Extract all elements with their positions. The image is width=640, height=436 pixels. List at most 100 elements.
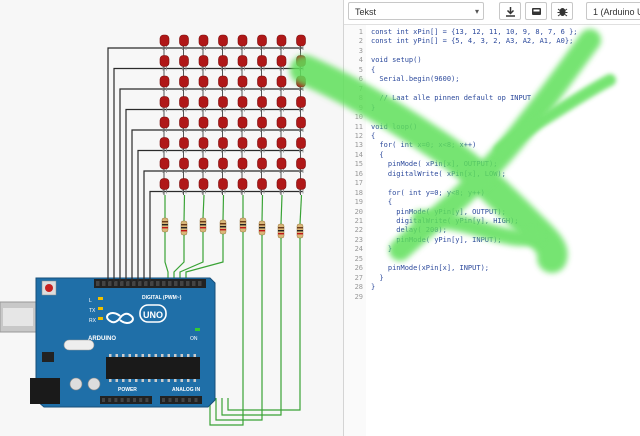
capacitor	[87, 377, 101, 391]
code-line: {	[371, 198, 393, 207]
led	[237, 75, 248, 88]
chevron-down-icon: ▾	[474, 7, 479, 16]
line-number: 26	[354, 264, 363, 273]
led	[179, 178, 189, 190]
led	[257, 178, 267, 190]
code-line: const int xPin[] = {13, 12, 11, 10, 9, 8…	[371, 28, 578, 36]
led	[276, 75, 287, 88]
editor-mode-dropdown[interactable]: Tekst ▾	[348, 2, 484, 20]
code-line: }	[371, 103, 376, 112]
circuit-canvas[interactable]: DIGITAL (PWM~)ARDUINOUNOTXRXLONAREFGNDPO…	[0, 0, 343, 436]
led	[198, 116, 209, 129]
download-button[interactable]	[499, 2, 521, 20]
line-number: 1	[358, 28, 363, 36]
aref-label: AREF	[40, 275, 41, 276]
resistor-band	[259, 224, 265, 226]
capacitor	[69, 377, 83, 391]
row-wire	[125, 108, 303, 276]
header-pin	[181, 398, 185, 402]
led	[237, 116, 248, 129]
line-number: 10	[354, 113, 363, 122]
tx-label: TX	[89, 308, 96, 314]
power-header	[100, 396, 152, 404]
chip-pin	[141, 379, 144, 382]
led	[296, 178, 306, 190]
resistor-band	[240, 224, 246, 226]
line-number: 7	[358, 84, 363, 93]
resistor-band	[162, 227, 168, 229]
upload-button[interactable]	[525, 2, 547, 20]
resistor-band	[200, 227, 206, 229]
line-number: 16	[354, 169, 363, 178]
line-number: 14	[354, 150, 363, 159]
chip-pin	[148, 379, 151, 382]
chip-pin	[135, 379, 138, 382]
line-number: 9	[358, 103, 363, 112]
line-number: 4	[358, 56, 363, 65]
header-pin	[168, 281, 172, 286]
code-line: }	[371, 273, 384, 282]
rx-indicator	[98, 317, 103, 320]
chip-pin	[180, 379, 183, 382]
line-number: 24	[354, 245, 363, 254]
led	[179, 55, 189, 67]
row-wire	[119, 88, 303, 276]
header-pin	[162, 398, 165, 402]
code-line: pinMode(xPin[x], INPUT);	[371, 264, 490, 273]
debug-icon	[557, 8, 568, 17]
chip-pin	[115, 379, 118, 382]
column-wire	[261, 194, 264, 222]
line-number: 8	[358, 94, 363, 103]
line-number: 6	[358, 75, 363, 84]
led	[296, 116, 306, 129]
line-number: 29	[354, 292, 363, 301]
led	[237, 157, 248, 170]
code-line: }	[371, 245, 393, 254]
header-pin	[133, 398, 136, 402]
circuit-diagram[interactable]: DIGITAL (PWM~)ARDUINOUNOTXRXLONAREFGNDPO…	[0, 0, 343, 436]
chip-pin	[187, 379, 190, 382]
row-wire	[131, 129, 303, 276]
debug-button[interactable]	[551, 2, 573, 20]
line-number: 25	[354, 254, 363, 263]
led	[198, 137, 209, 149]
led	[159, 75, 170, 88]
header-pin	[139, 398, 143, 402]
led	[296, 96, 306, 108]
led	[276, 34, 287, 47]
resistor-band	[220, 226, 226, 228]
header-pin	[114, 398, 118, 402]
line-number: 18	[354, 188, 363, 197]
resistor-band	[297, 230, 303, 232]
chip-pin	[154, 379, 157, 382]
line-number: 3	[358, 46, 363, 55]
led	[276, 96, 287, 108]
tx-indicator	[98, 307, 103, 310]
header-pin	[198, 281, 202, 286]
analog-wire	[227, 238, 301, 411]
code-area[interactable]: 1 const int xPin[] = {13, 12, 11, 10, 9, …	[344, 25, 640, 436]
header-pin	[145, 398, 149, 402]
line-number: 21	[354, 217, 363, 225]
reset-button-cap	[45, 284, 53, 292]
gnd-label: GND	[80, 274, 81, 275]
led	[218, 137, 228, 149]
header-pin	[194, 398, 198, 402]
board-select[interactable]: 1 (Arduino Uno R3)	[586, 2, 640, 20]
code-editor-panel: Tekst ▾ 1 (Arduino Uno R3) 1 const int xP…	[344, 0, 640, 436]
led	[179, 34, 189, 47]
chip-pin	[128, 379, 131, 382]
led	[159, 34, 170, 47]
led	[179, 137, 189, 149]
led	[218, 96, 228, 108]
code-line: void loop()	[371, 122, 418, 131]
line-number: 17	[354, 179, 363, 188]
chip-pin	[193, 379, 196, 382]
resistor-band	[240, 221, 246, 223]
resistor-band	[220, 223, 226, 225]
uno-label: UNO	[143, 310, 163, 320]
led	[257, 137, 267, 149]
resistor-band	[162, 221, 168, 223]
code-line: Serial.begin(9600);	[371, 75, 460, 84]
led	[257, 75, 267, 88]
